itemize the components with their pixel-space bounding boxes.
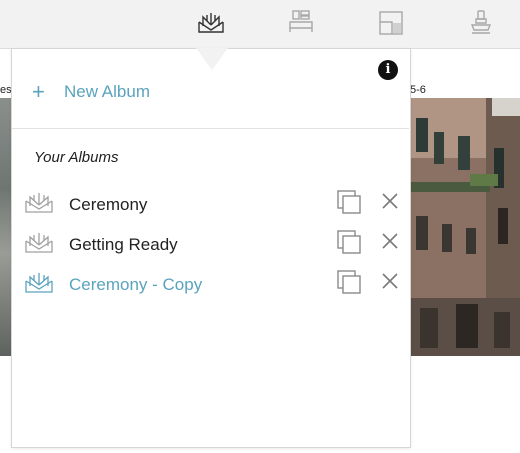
new-album-button[interactable]: + New Album (32, 79, 150, 104)
section-title: Your Albums (34, 149, 119, 166)
album-name: Ceremony - Copy (69, 275, 203, 294)
album-book-icon (24, 191, 54, 215)
page-layout-icon[interactable] (376, 8, 406, 38)
duplicate-icon[interactable] (336, 229, 362, 255)
album-name: Getting Ready (69, 235, 178, 254)
top-toolbar (0, 0, 520, 49)
close-icon[interactable] (380, 191, 400, 211)
album-name: Ceremony (69, 195, 148, 214)
album-book-icon (24, 271, 54, 295)
album-row-getting-ready[interactable]: Getting Ready (12, 225, 409, 265)
layout-grid-icon[interactable] (286, 8, 316, 38)
album-row-ceremony-copy[interactable]: Ceremony - Copy (12, 265, 409, 305)
plus-icon: + (32, 79, 45, 104)
album-row-ceremony[interactable]: Ceremony (12, 185, 409, 225)
duplicate-icon[interactable] (336, 189, 362, 215)
popover-arrow (196, 48, 228, 70)
background-label-left: es (0, 84, 12, 96)
background-photo-right (410, 98, 520, 356)
close-icon[interactable] (380, 271, 400, 291)
section-divider (12, 128, 409, 129)
stamp-icon[interactable] (466, 8, 496, 38)
album-book-icon[interactable] (196, 8, 226, 38)
album-book-icon (24, 231, 54, 255)
info-icon[interactable]: i (378, 60, 398, 80)
new-album-label: New Album (64, 82, 150, 101)
background-label-right: 5-6 (410, 84, 426, 96)
duplicate-icon[interactable] (336, 269, 362, 295)
close-icon[interactable] (380, 231, 400, 251)
